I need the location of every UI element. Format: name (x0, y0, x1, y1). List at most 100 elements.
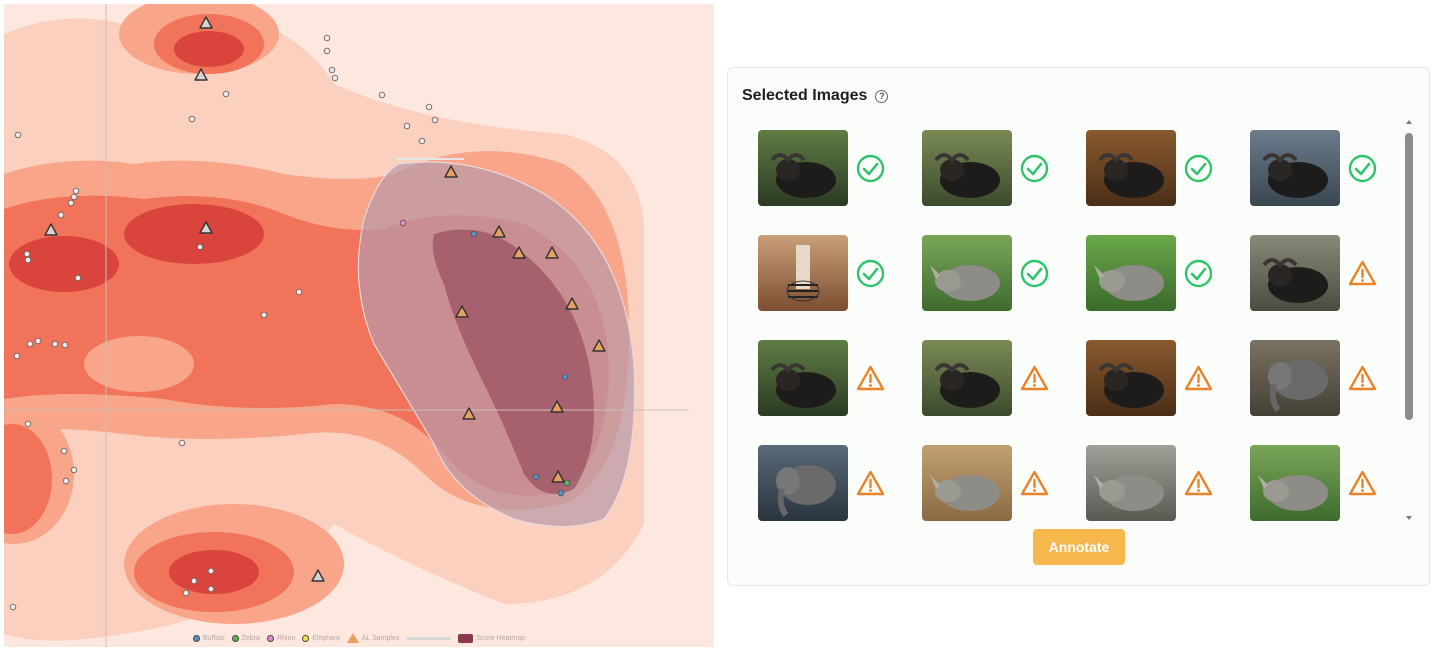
scatter-point[interactable] (61, 341, 69, 349)
heatmap-canvas[interactable] (4, 4, 714, 647)
buffalo-thumbnail[interactable] (1250, 235, 1340, 311)
scatter-point[interactable] (9, 603, 17, 611)
zebra-thumbnail[interactable] (758, 235, 848, 311)
image-item[interactable] (758, 340, 898, 416)
image-item[interactable] (922, 235, 1062, 311)
scatter-point[interactable] (60, 447, 68, 455)
rhino-thumbnail[interactable] (1086, 235, 1176, 311)
image-item[interactable] (922, 445, 1062, 521)
scatter-point[interactable] (207, 585, 215, 593)
scatter-point[interactable] (561, 373, 569, 381)
scatter-point[interactable] (425, 103, 433, 111)
buffalo-thumbnail[interactable] (758, 130, 848, 206)
scatter-point[interactable] (378, 91, 386, 99)
scatter-point[interactable] (13, 352, 21, 360)
image-item[interactable] (922, 340, 1062, 416)
legend-dot-icon (231, 634, 239, 642)
warning-icon (1019, 468, 1050, 499)
legend-item[interactable]: Rhino (266, 634, 295, 642)
legend-item[interactable]: Buffalo (192, 634, 225, 642)
rhino-thumbnail[interactable] (922, 235, 1012, 311)
image-item[interactable] (1086, 235, 1226, 311)
scatter-point[interactable] (51, 340, 59, 348)
elephant-thumbnail[interactable] (1250, 340, 1340, 416)
buffalo-thumbnail[interactable] (1086, 130, 1176, 206)
scatter-point[interactable] (418, 137, 426, 145)
rhino-thumbnail[interactable] (1086, 445, 1176, 521)
scatter-point[interactable] (260, 311, 268, 319)
scatter-point[interactable] (57, 211, 65, 219)
scatter-point[interactable] (431, 116, 439, 124)
scatter-point[interactable] (328, 66, 336, 74)
scatter-point[interactable] (178, 439, 186, 447)
elephant-thumbnail[interactable] (758, 445, 848, 521)
selected-images-panel: Selected Images ? Annotate (727, 67, 1430, 586)
scatter-point[interactable] (323, 47, 331, 55)
check-circle-icon (1183, 258, 1214, 289)
rhino-thumbnail[interactable] (1250, 445, 1340, 521)
buffalo-thumbnail[interactable] (922, 340, 1012, 416)
legend-dot-icon (192, 634, 200, 642)
scatter-point[interactable] (26, 340, 34, 348)
scatter-point[interactable] (403, 122, 411, 130)
legend-bar-icon (406, 636, 452, 640)
image-item[interactable] (1250, 235, 1390, 311)
image-item[interactable] (1250, 445, 1390, 521)
scrollbar-thumb[interactable] (1405, 133, 1413, 420)
scatter-point[interactable] (24, 420, 32, 428)
annotate-button[interactable]: Annotate (1033, 529, 1125, 565)
scatter-point[interactable] (14, 131, 22, 139)
scatter-point[interactable] (295, 288, 303, 296)
legend-item[interactable]: Score Heatmap (458, 633, 525, 643)
scroll-up-arrow-icon[interactable] (1406, 120, 1412, 124)
scatter-point[interactable] (563, 479, 571, 487)
scatter-point[interactable] (207, 567, 215, 575)
scatter-point[interactable] (532, 473, 540, 481)
buffalo-thumbnail[interactable] (922, 130, 1012, 206)
scatter-point[interactable] (62, 477, 70, 485)
scatter-point[interactable] (182, 589, 190, 597)
scatter-point[interactable] (24, 256, 32, 264)
panel-title: Selected Images (742, 87, 868, 104)
buffalo-thumbnail[interactable] (1086, 340, 1176, 416)
scatter-point[interactable] (470, 230, 478, 238)
image-item[interactable] (1250, 130, 1390, 206)
embedding-plot[interactable]: Buffalo Zebra Rhino Elephant AL Samples Score… (4, 4, 714, 647)
legend-item[interactable]: Zebra (231, 634, 260, 642)
rhino-thumbnail[interactable] (922, 445, 1012, 521)
question-circle-icon[interactable]: ? (875, 89, 889, 103)
scatter-point[interactable] (323, 34, 331, 42)
scatter-point[interactable] (74, 274, 82, 282)
image-item[interactable] (1086, 130, 1226, 206)
image-item[interactable] (1086, 340, 1226, 416)
scatter-point[interactable] (399, 219, 407, 227)
image-item[interactable] (758, 235, 898, 311)
legend-dot-icon (302, 634, 310, 642)
scatter-point[interactable] (67, 199, 75, 207)
scatter-point[interactable] (34, 337, 42, 345)
buffalo-thumbnail[interactable] (1250, 130, 1340, 206)
legend-item[interactable]: AL Samples (346, 633, 399, 643)
scatter-point[interactable] (222, 90, 230, 98)
vertical-scrollbar[interactable] (1403, 120, 1415, 520)
scroll-down-arrow-icon[interactable] (1406, 516, 1412, 520)
scatter-point[interactable] (70, 193, 78, 201)
scatter-point[interactable] (188, 115, 196, 123)
image-item[interactable] (1250, 340, 1390, 416)
image-item[interactable] (1086, 445, 1226, 521)
scatter-point[interactable] (72, 187, 80, 195)
warning-icon (855, 468, 886, 499)
image-item[interactable] (758, 130, 898, 206)
scatter-point[interactable] (190, 577, 198, 585)
image-item[interactable] (758, 445, 898, 521)
warning-icon (1183, 468, 1214, 499)
scatter-point[interactable] (70, 466, 78, 474)
legend-item[interactable]: Elephant (302, 634, 340, 642)
buffalo-thumbnail[interactable] (758, 340, 848, 416)
scatter-point[interactable] (557, 489, 565, 497)
image-item[interactable] (922, 130, 1062, 206)
scatter-point[interactable] (23, 250, 31, 258)
scatter-point[interactable] (196, 243, 204, 251)
legend-item[interactable] (406, 636, 452, 640)
scatter-point[interactable] (331, 74, 339, 82)
